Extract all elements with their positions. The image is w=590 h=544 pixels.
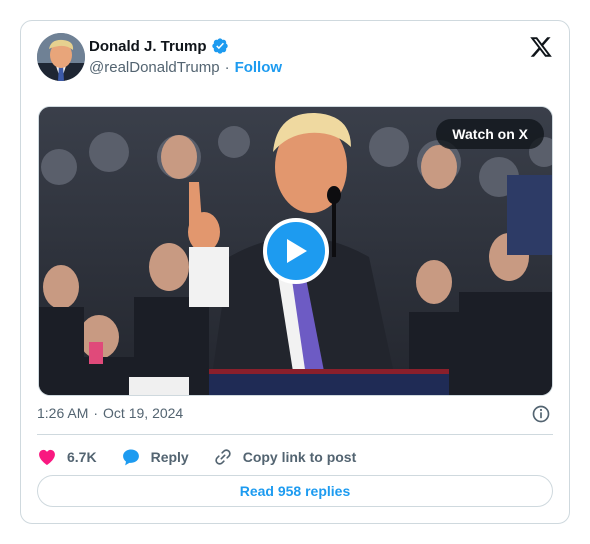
author-handle[interactable]: @realDonaldTrump [89, 59, 220, 76]
video-media[interactable]: Watch on X [38, 106, 553, 396]
author-avatar[interactable] [37, 33, 85, 81]
timestamp-separator: · [93, 405, 99, 421]
follow-link[interactable]: Follow [235, 59, 283, 76]
post-timestamp[interactable]: 1:26 AM · Oct 19, 2024 [37, 405, 183, 421]
post-actions: 6.7K Reply Copy link to post [37, 446, 380, 468]
verified-badge-icon [211, 38, 228, 54]
post-time: 1:26 AM [37, 405, 89, 421]
heart-icon [39, 449, 55, 465]
play-button[interactable] [263, 218, 329, 284]
reply-bubble-icon [122, 449, 139, 466]
copy-link-label: Copy link to post [242, 449, 357, 465]
x-logo-icon[interactable] [529, 35, 553, 59]
author-display-name[interactable]: Donald J. Trump [89, 38, 207, 55]
watch-on-x-button[interactable]: Watch on X [436, 119, 544, 149]
play-icon [287, 239, 307, 263]
like-button[interactable]: 6.7K [37, 447, 97, 467]
copy-link-button[interactable]: Copy link to post [213, 447, 357, 467]
embedded-post-card[interactable]: Donald J. Trump @realDonaldTrump · Follo… [20, 20, 570, 524]
link-icon [215, 449, 231, 465]
reply-label: Reply [150, 449, 189, 465]
reply-button[interactable]: Reply [121, 447, 189, 467]
divider [37, 434, 553, 435]
like-count: 6.7K [67, 449, 97, 465]
post-date: Oct 19, 2024 [103, 405, 184, 421]
read-replies-button[interactable]: Read 958 replies [37, 475, 553, 507]
handle-separator: · [224, 59, 230, 76]
info-icon[interactable] [531, 404, 551, 424]
